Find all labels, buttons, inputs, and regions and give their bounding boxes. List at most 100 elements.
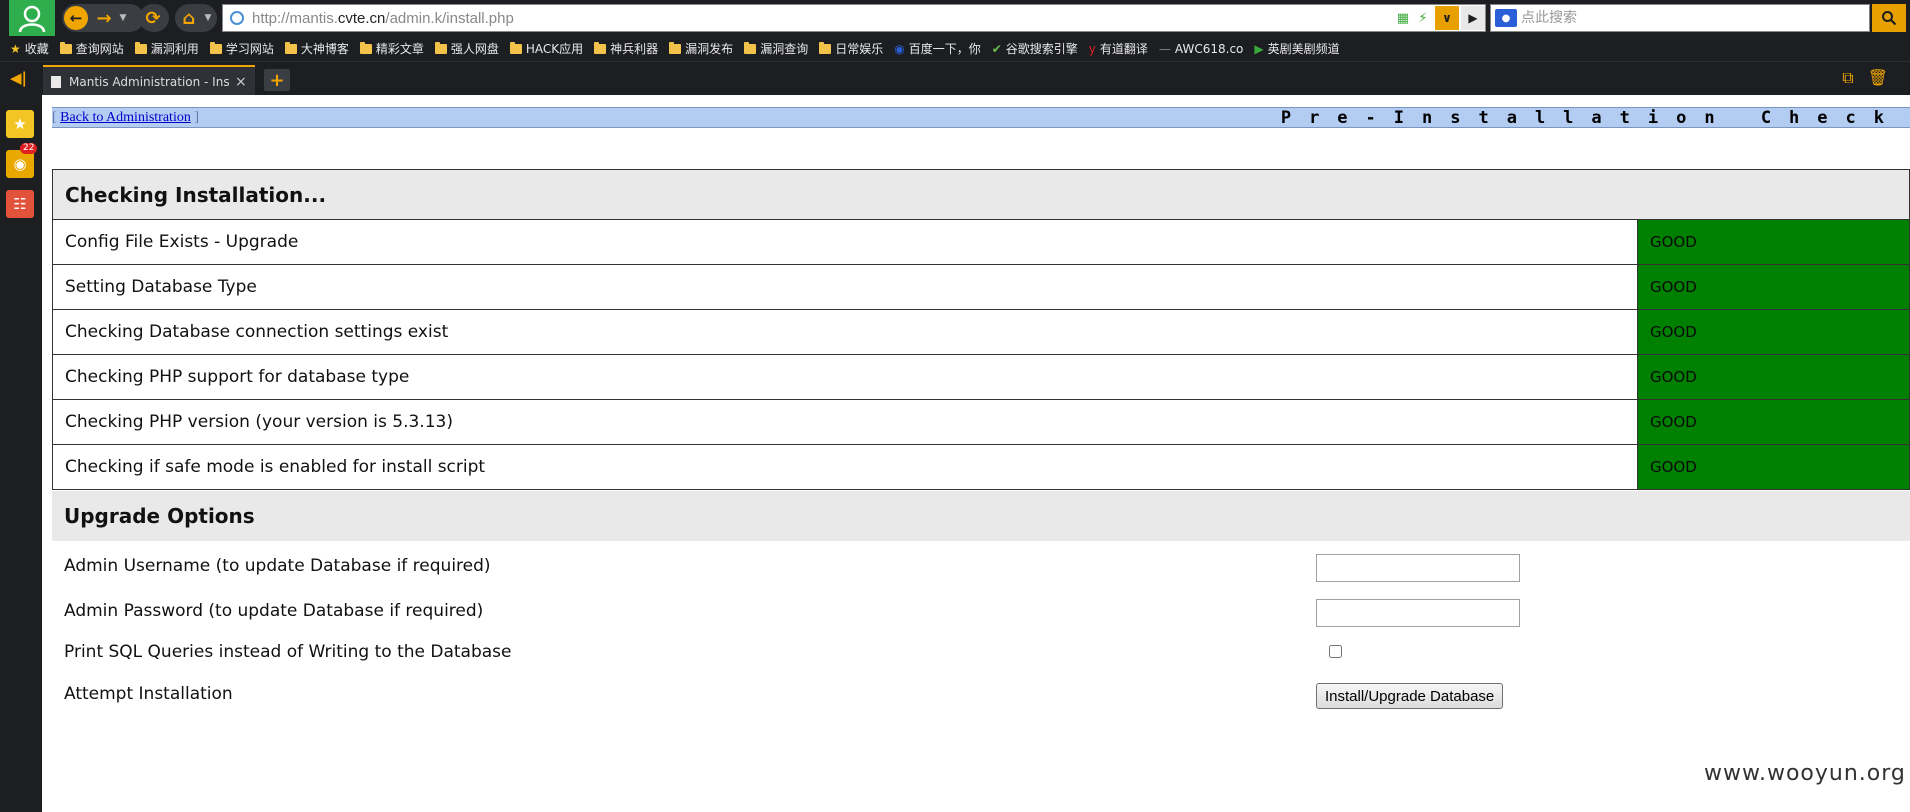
- bookmark-label: 精彩文章: [375, 42, 424, 56]
- check-row: Checking if safe mode is enabled for ins…: [52, 444, 1910, 490]
- sidebar-toggle-icon[interactable]: ◀|: [10, 69, 27, 87]
- folder-icon: [819, 41, 832, 54]
- site-info-icon[interactable]: [230, 11, 244, 25]
- check-status-good: GOOD: [1637, 264, 1910, 310]
- search-box[interactable]: ●: [1490, 4, 1870, 32]
- bookmark-item[interactable]: 漏洞查询: [744, 40, 808, 57]
- check-status-good: GOOD: [1637, 309, 1910, 355]
- home-icon[interactable]: ⌂: [175, 4, 203, 32]
- new-tab-button[interactable]: +: [264, 69, 290, 91]
- check-label: Checking Database connection settings ex…: [52, 309, 1638, 355]
- history-dropdown-icon[interactable]: ▼: [118, 13, 128, 23]
- tab-mantis-admin[interactable]: Mantis Administration - Ins ×: [43, 65, 255, 96]
- shopping-cart-icon[interactable]: ☷: [6, 190, 34, 218]
- bookmark-item[interactable]: 精彩文章: [359, 40, 424, 57]
- bookmark-label: 神兵利器: [610, 42, 659, 56]
- bookmark-item[interactable]: 查询网站: [59, 40, 124, 57]
- refresh-icon[interactable]: ⟳: [139, 4, 167, 32]
- trash-icon[interactable]: 🗑: [1868, 68, 1888, 88]
- url-text[interactable]: http://mantis.cvte.cn/admin.k/install.ph…: [252, 10, 1393, 27]
- bookmark-item[interactable]: ★ 收藏: [10, 40, 49, 57]
- forward-arrow-icon[interactable]: →: [90, 4, 118, 32]
- bookmark-item[interactable]: 大神博客: [284, 40, 349, 57]
- upgrade-options-section: Upgrade Options Admin Username (to updat…: [52, 491, 1910, 717]
- admin-username-row: Admin Username (to update Database if re…: [52, 541, 1910, 589]
- bookmark-item[interactable]: 漏洞发布: [669, 40, 733, 57]
- restore-tab-icon[interactable]: ⧉: [1842, 68, 1853, 88]
- search-icon[interactable]: [1872, 4, 1906, 32]
- admin-password-input[interactable]: [1316, 599, 1520, 627]
- home-group: ⌂ ▼: [175, 4, 217, 32]
- print-sql-checkbox[interactable]: [1329, 645, 1342, 658]
- back-link-wrapper: [ Back to Administration ]: [52, 110, 199, 126]
- qr-code-icon[interactable]: ▦: [1393, 8, 1413, 28]
- bookmark-item[interactable]: ▶ 英剧美剧频道: [1254, 40, 1339, 57]
- bookmark-item[interactable]: ◉ 百度一下，你: [894, 40, 981, 57]
- user-account-icon[interactable]: [9, 0, 55, 36]
- check-status-good: GOOD: [1637, 444, 1910, 490]
- admin-header-bar: [ Back to Administration ] Pre-Installat…: [52, 107, 1910, 128]
- bookmark-label: 漏洞发布: [685, 42, 734, 56]
- check-label: Setting Database Type: [52, 264, 1638, 310]
- bookmark-item[interactable]: 强人网盘: [434, 40, 499, 57]
- lightning-icon[interactable]: ⚡: [1413, 8, 1433, 28]
- tab-tools: ⧉ 🗑: [1842, 68, 1888, 88]
- admin-password-label: Admin Password (to update Database if re…: [64, 601, 484, 621]
- bookmark-label: 漏洞利用: [150, 42, 199, 56]
- page-title: Pre-Installation Check: [1280, 107, 1902, 128]
- back-to-administration-link[interactable]: Back to Administration: [60, 110, 191, 125]
- bookmark-item[interactable]: 学习网站: [209, 40, 274, 57]
- bookmark-label: 收藏: [24, 42, 49, 56]
- check-status-good: GOOD: [1637, 399, 1910, 445]
- bookmarks-bar: ★ 收藏 查询网站 漏洞利用 学习网站 大神博客 精彩文章 强人网盘 HACK应用 神兵利器 漏洞发…: [0, 36, 1910, 61]
- side-panel: ★ ◉ 22 ☷: [0, 95, 42, 812]
- check-row: Checking PHP version (your version is 5.…: [52, 399, 1910, 445]
- admin-password-row: Admin Password (to update Database if re…: [52, 589, 1910, 631]
- browser-toolbar: ← → ▼ ⟳ ⌂ ▼ http://mantis.cvte.cn/admin.…: [0, 0, 1910, 36]
- bookmark-label: 强人网盘: [450, 42, 499, 56]
- address-bar[interactable]: http://mantis.cvte.cn/admin.k/install.ph…: [222, 4, 1486, 32]
- folder-icon: [359, 41, 372, 54]
- bookmark-label: 日常娱乐: [835, 42, 884, 56]
- notification-badge: 22: [20, 143, 38, 154]
- check-row: Setting Database Type GOOD: [52, 264, 1910, 310]
- bracket-open: [: [52, 109, 57, 125]
- url-dropdown-icon[interactable]: ∨: [1435, 6, 1459, 30]
- attempt-installation-row: Attempt Installation Install/Upgrade Dat…: [52, 673, 1910, 717]
- baidu-icon: ◉: [894, 41, 905, 56]
- folder-icon: [744, 41, 757, 54]
- bookmark-item[interactable]: 漏洞利用: [134, 40, 199, 57]
- folder-icon: [134, 41, 147, 54]
- check-label: Config File Exists - Upgrade: [52, 219, 1638, 265]
- bookmark-item[interactable]: 日常娱乐: [819, 40, 883, 57]
- close-tab-icon[interactable]: ×: [235, 74, 247, 90]
- folder-icon: [59, 41, 72, 54]
- url-go-icon[interactable]: ▶: [1461, 6, 1485, 30]
- page-icon: [51, 75, 61, 88]
- watermark-text: www.wooyun.org: [1704, 761, 1906, 786]
- bookmark-label: 学习网站: [225, 42, 274, 56]
- install-upgrade-database-button[interactable]: Install/Upgrade Database: [1316, 683, 1504, 709]
- baidu-paw-icon[interactable]: ●: [1495, 9, 1517, 27]
- back-arrow-icon[interactable]: ←: [64, 6, 88, 30]
- bookmark-item[interactable]: ✔ 谷歌搜索引擎: [992, 40, 1078, 57]
- bookmark-item[interactable]: 神兵利器: [594, 40, 658, 57]
- search-input[interactable]: [1521, 10, 1869, 26]
- folder-icon: [209, 41, 222, 54]
- bookmark-item[interactable]: y 有道翻译: [1089, 40, 1148, 57]
- favorites-star-icon[interactable]: ★: [6, 110, 34, 138]
- bookmark-label: 查询网站: [75, 42, 124, 56]
- google-icon: ✔: [991, 41, 1002, 56]
- bookmark-label: 漏洞查询: [760, 42, 809, 56]
- print-sql-label: Print SQL Queries instead of Writing to …: [64, 642, 512, 662]
- refresh-group: ⟳: [139, 4, 169, 32]
- admin-username-input[interactable]: [1316, 554, 1520, 582]
- bookmark-label: 百度一下，你: [908, 42, 981, 56]
- bookmark-item[interactable]: HACK应用: [509, 40, 583, 57]
- bookmark-item[interactable]: — AWC618.co: [1159, 42, 1243, 56]
- home-dropdown-icon[interactable]: ▼: [203, 13, 213, 23]
- print-sql-row: Print SQL Queries instead of Writing to …: [52, 631, 1910, 673]
- tab-title: Mantis Administration - Ins: [69, 74, 230, 89]
- folder-icon: [594, 41, 607, 54]
- weibo-icon[interactable]: ◉: [6, 150, 34, 178]
